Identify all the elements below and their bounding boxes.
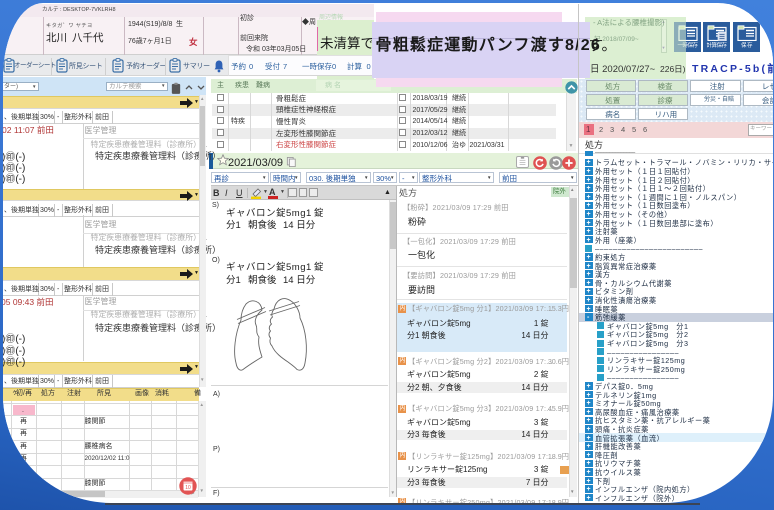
svg-text:10: 10 <box>185 485 191 491</box>
